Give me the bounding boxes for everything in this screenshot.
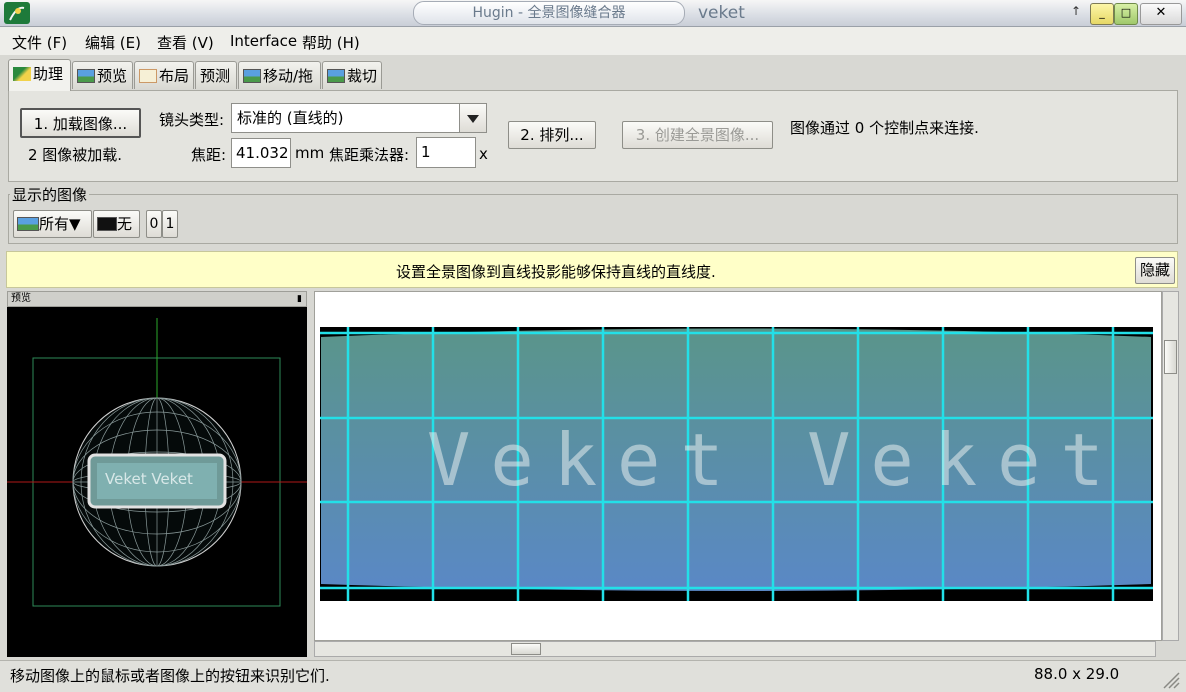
tab-layout[interactable]: 布局 [134,61,194,89]
panorama-preview[interactable]: Veket Veket [314,291,1162,641]
overview-sphere-view[interactable]: Veket Veket [7,307,307,657]
crop-icon [327,69,345,83]
tab-assistant[interactable]: 助理 [8,59,71,91]
vertical-scrollbar[interactable] [1162,291,1179,641]
lens-type-label: 镜头类型: [159,111,225,129]
preview-icon [77,69,95,83]
field-of-view-readout: 88.0 x 29.0 [1034,665,1120,683]
menu-help[interactable]: 帮助 (H) [302,32,360,53]
tab-move-drag[interactable]: 移动/拖 [238,61,321,89]
focal-length-field[interactable]: 41.032 [231,138,291,168]
lens-type-value: 标准的 (直线的) [237,109,344,127]
layout-icon [139,69,157,83]
displayed-images-group [8,194,1178,244]
window-title: Hugin - 全景图像缝合器 [413,1,685,25]
pin-icon[interactable]: ▮ [297,292,302,306]
hugin-app-icon[interactable] [4,2,30,24]
horizontal-scrollbar[interactable] [314,641,1156,657]
load-images-button[interactable]: 1. 加载图像... [20,108,141,138]
menu-interface[interactable]: Interface [230,32,297,50]
move-drag-icon [243,69,261,83]
tab-projection[interactable]: 预测 [195,61,237,89]
hide-hint-button[interactable]: 隐藏 [1135,257,1175,284]
status-message: 移动图像上的鼠标或者图像上的按钮来识别它们. [10,667,330,685]
hint-text: 设置全景图像到直线投影能够保持直线的直线度. [396,263,716,281]
lens-type-select[interactable]: 标准的 (直线的) [231,103,487,133]
focal-multiplier-field[interactable]: 1 [416,137,476,168]
show-all-button[interactable]: 所有▼ [13,210,92,238]
no-images-icon [97,217,117,231]
align-button[interactable]: 2. 排列... [508,121,596,149]
focal-multiplier-label: 焦距乘法器: [329,146,410,164]
window-title-right: veket [698,3,745,23]
preview-panel-header: 预览 ▮ [7,291,307,307]
menu-view[interactable]: 查看 (V) [157,32,214,53]
tab-projection-label: 预测 [200,67,231,85]
focal-unit: mm [295,144,325,162]
chevron-down-icon[interactable] [459,104,486,132]
panorama-image-text: Veket Veket [427,418,1124,502]
images-loaded-text: 2 图像被加载. [28,146,123,164]
roll-up-icon[interactable]: ↑ [1071,4,1081,18]
focal-length-label: 焦距: [191,146,227,164]
tab-preview-label: 预览 [97,67,128,85]
status-bar: 移动图像上的鼠标或者图像上的按钮来识别它们. 88.0 x 29.0 [0,660,1186,692]
show-none-button[interactable]: 无 [93,210,140,238]
multiplier-unit: x [479,145,488,163]
displayed-images-title: 显示的图像 [10,184,90,205]
show-all-label: 所有 [39,215,70,233]
tab-crop[interactable]: 裁切 [322,61,382,89]
menu-bar: 文件 (F) 编辑 (E) 查看 (V) Interface 帮助 (H) [0,27,1186,55]
menu-file[interactable]: 文件 (F) [12,32,67,53]
hint-bar: 设置全景图像到直线投影能够保持直线的直线度. 隐藏 [6,251,1178,288]
tab-assistant-label: 助理 [33,65,64,83]
horizontal-scroll-thumb[interactable] [511,643,541,655]
tab-preview[interactable]: 预览 [72,61,133,89]
close-button[interactable]: ✕ [1140,3,1182,25]
show-none-label: 无 [117,215,133,233]
maximize-button[interactable]: □ [1114,3,1138,25]
resize-grip-icon[interactable] [1160,669,1180,689]
menu-edit[interactable]: 编辑 (E) [85,32,141,53]
tab-layout-label: 布局 [159,67,190,85]
preview-panel-title: 预览 [11,293,31,304]
sphere-image-text: Veket Veket [105,470,193,488]
title-bar: Hugin - 全景图像缝合器 veket ↑ _ □ ✕ [0,0,1186,27]
vertical-scroll-thumb[interactable] [1164,340,1177,374]
chevron-down-icon: ▼ [69,215,81,233]
images-icon [17,217,39,231]
assistant-icon [13,67,31,81]
create-panorama-button[interactable]: 3. 创建全景图像... [622,121,773,149]
image-toggle-0[interactable]: 0 [146,210,162,238]
minimize-button[interactable]: _ [1090,3,1114,25]
control-points-status: 图像通过 0 个控制点来连接. [790,119,979,137]
tab-move-drag-label: 移动/拖 [263,67,314,85]
image-toggle-1[interactable]: 1 [162,210,178,238]
tab-crop-label: 裁切 [347,67,378,85]
